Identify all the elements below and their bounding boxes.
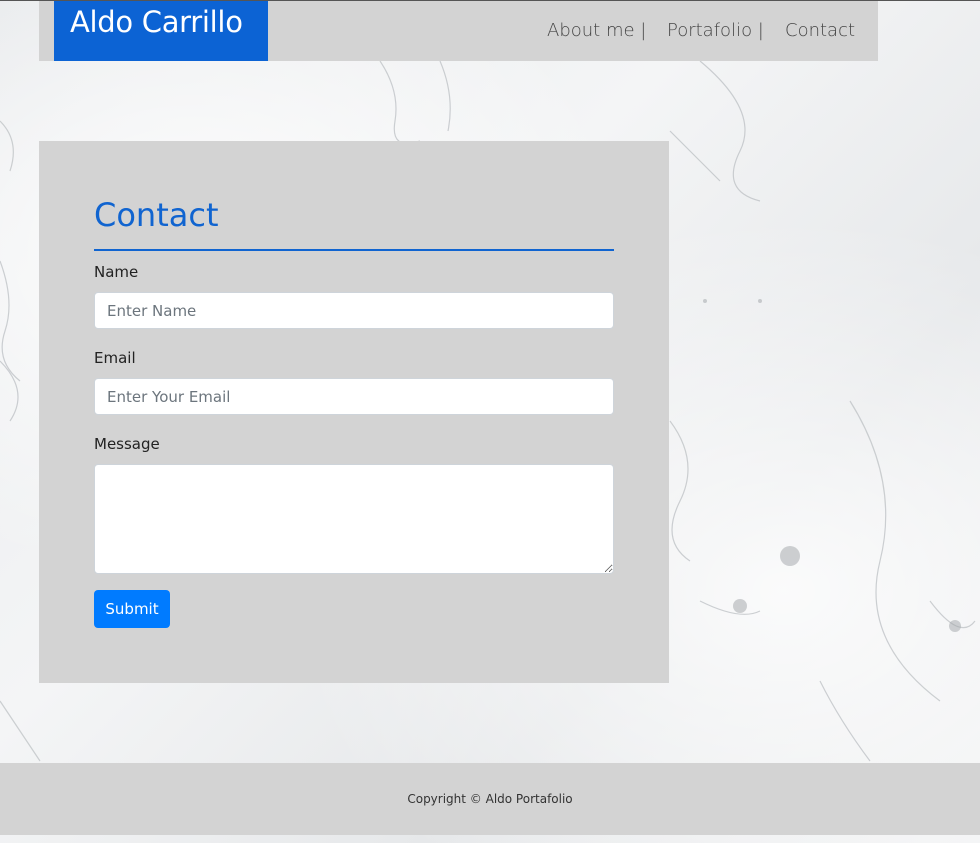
copyright-text: Copyright © Aldo Portafolio bbox=[407, 792, 573, 806]
title-divider bbox=[94, 249, 614, 251]
message-textarea[interactable] bbox=[94, 464, 614, 574]
page-footer: Copyright © Aldo Portafolio bbox=[0, 763, 980, 835]
name-label: Name bbox=[94, 263, 139, 281]
contact-form-title: Contact bbox=[94, 196, 219, 234]
nav-link-contact[interactable]: Contact bbox=[785, 20, 855, 41]
top-navbar: Aldo Carrillo About me | Portafolio | Co… bbox=[39, 1, 878, 61]
name-input[interactable] bbox=[94, 292, 614, 329]
contact-form-card: Contact Name Email Message Submit bbox=[39, 141, 669, 683]
nav-link-about-me[interactable]: About me | bbox=[547, 20, 646, 41]
message-label: Message bbox=[94, 435, 160, 453]
submit-button[interactable]: Submit bbox=[94, 590, 170, 628]
nav-link-portafolio[interactable]: Portafolio | bbox=[667, 20, 764, 41]
email-label: Email bbox=[94, 349, 136, 367]
brand-logo[interactable]: Aldo Carrillo bbox=[54, 1, 268, 61]
email-input[interactable] bbox=[94, 378, 614, 415]
